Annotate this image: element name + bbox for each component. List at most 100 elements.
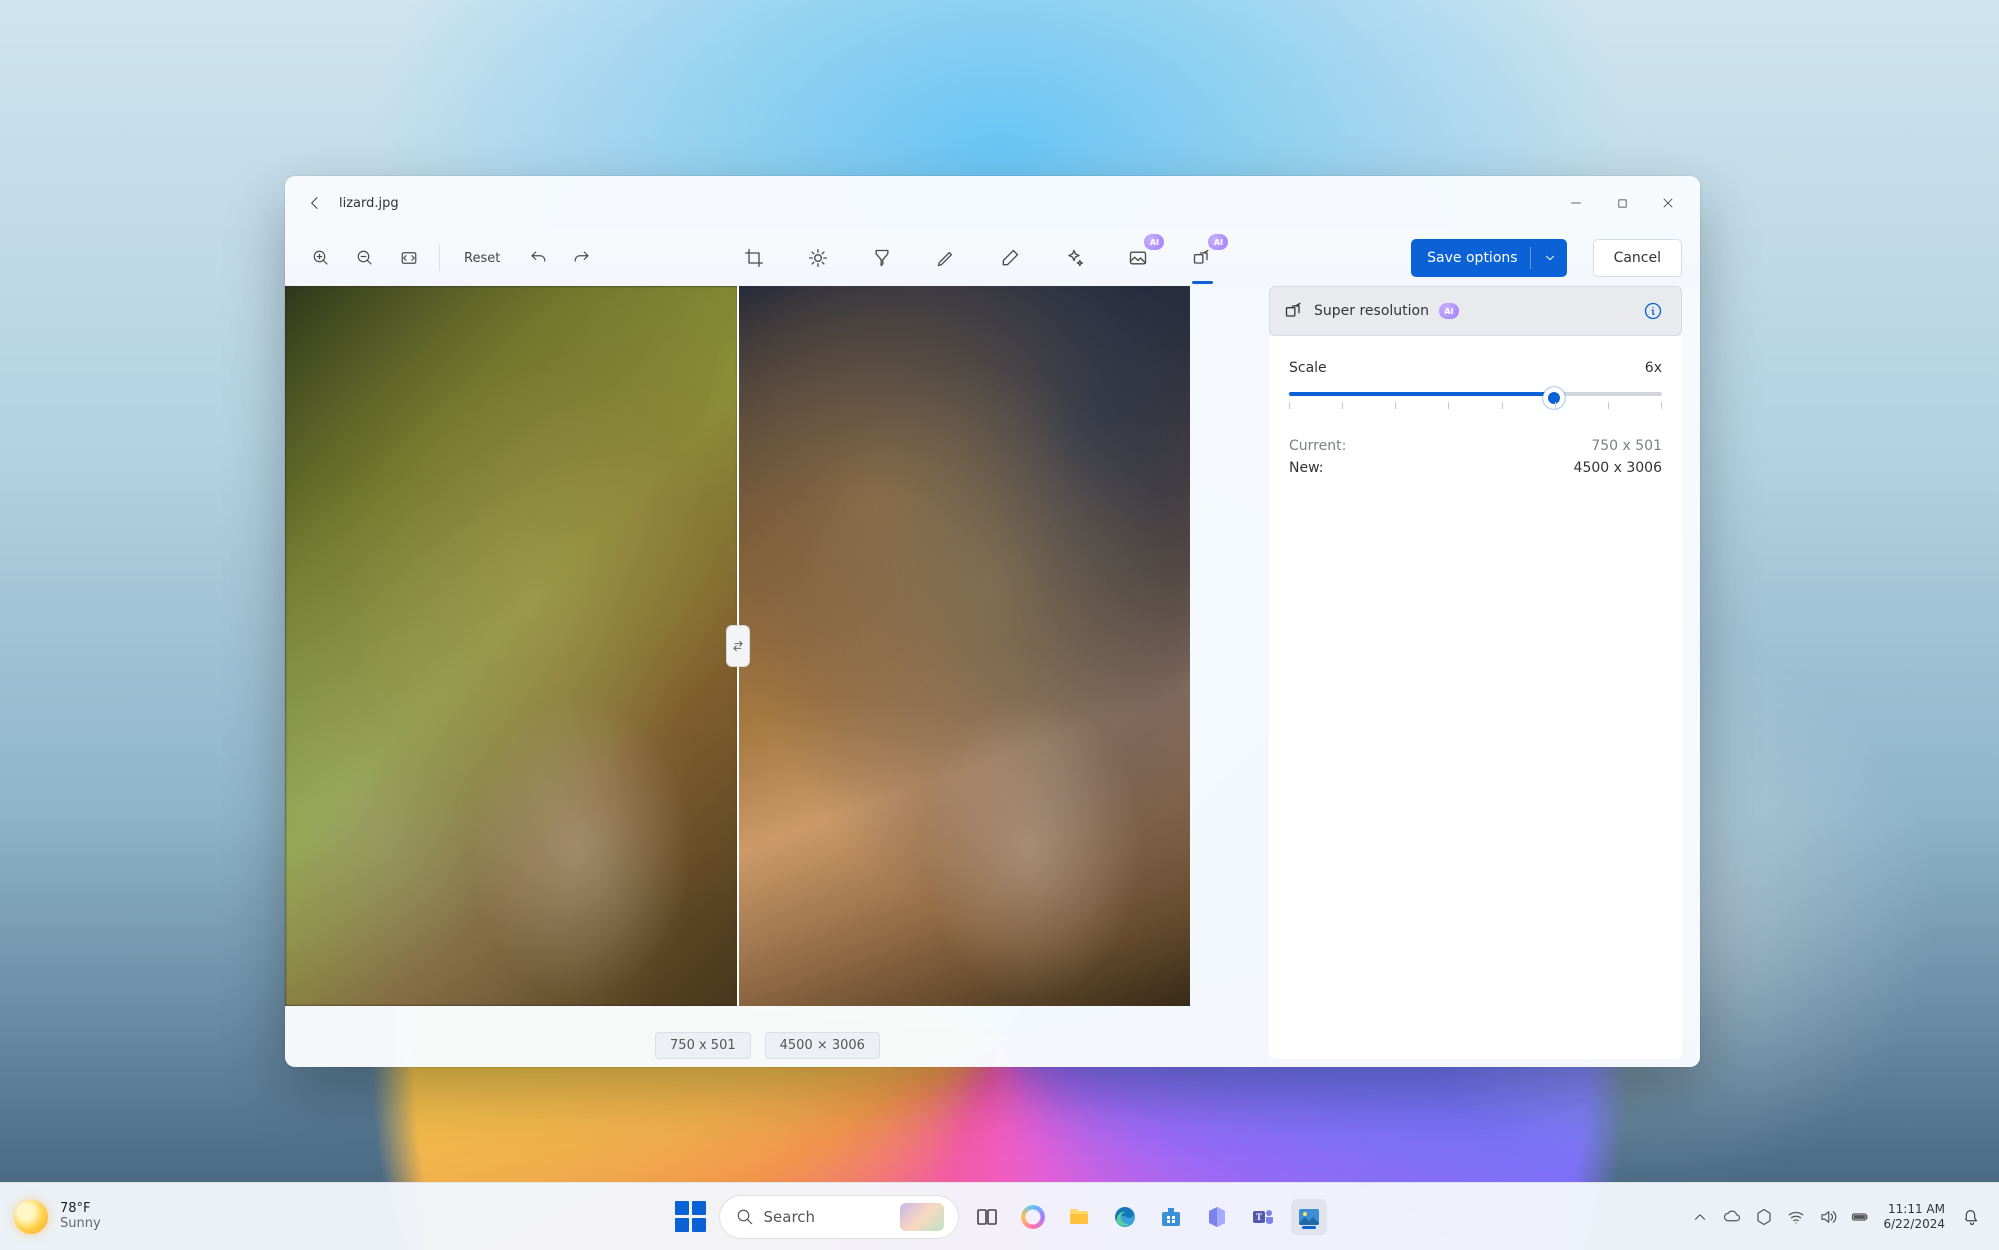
tray-hex-icon[interactable] <box>1755 1208 1773 1226</box>
panel-title: Super resolution <box>1314 303 1429 319</box>
undo-button[interactable] <box>520 240 556 276</box>
side-panel: Super resolution AI Scale 6x <box>1250 286 1700 1067</box>
new-row: New: 4500 x 3006 <box>1289 460 1662 476</box>
store-icon <box>1159 1205 1183 1229</box>
new-value: 4500 x 3006 <box>1574 460 1662 476</box>
save-options-button[interactable]: Save options <box>1411 239 1566 277</box>
photos-icon <box>1297 1205 1321 1229</box>
image-ai-icon <box>1128 248 1148 268</box>
titlebar: lizard.jpg <box>285 176 1700 230</box>
eraser-icon <box>1000 248 1020 268</box>
taskbar-m365[interactable] <box>1199 1199 1235 1235</box>
retouch-tab[interactable] <box>1056 240 1092 276</box>
notifications-button[interactable] <box>1959 1204 1985 1230</box>
current-value: 750 x 501 <box>1591 438 1662 454</box>
maximize-button[interactable] <box>1600 187 1644 219</box>
info-icon[interactable] <box>1643 301 1663 321</box>
arrow-left-icon <box>307 195 323 211</box>
image-compare[interactable] <box>285 286 1190 1006</box>
cancel-button[interactable]: Cancel <box>1593 239 1682 277</box>
taskbar-edge[interactable] <box>1107 1199 1143 1235</box>
reset-button[interactable]: Reset <box>452 240 512 276</box>
svg-text:T: T <box>1255 1212 1261 1222</box>
taskbar-copilot[interactable] <box>1015 1199 1051 1235</box>
wifi-icon[interactable] <box>1787 1208 1805 1226</box>
dimension-row: 750 x 501 4500 × 3006 <box>285 1024 1250 1059</box>
zoom-in-button[interactable] <box>303 240 339 276</box>
taskbar-weather[interactable]: 78°F Sunny <box>14 1200 101 1234</box>
super-resolution-tab[interactable]: AI <box>1184 240 1220 276</box>
current-row: Current: 750 x 501 <box>1289 438 1662 454</box>
zoom-fit-button[interactable] <box>391 240 427 276</box>
scale-slider[interactable] <box>1289 382 1662 414</box>
chevron-down-icon <box>1543 251 1557 265</box>
task-view-icon <box>975 1205 999 1229</box>
scale-row: Scale 6x <box>1289 360 1662 376</box>
battery-icon[interactable] <box>1851 1208 1869 1226</box>
task-view-button[interactable] <box>969 1199 1005 1235</box>
crop-icon <box>744 248 764 268</box>
sun-icon <box>14 1200 48 1234</box>
pencil-icon <box>936 248 956 268</box>
adjust-tab[interactable] <box>800 240 836 276</box>
close-icon <box>1662 197 1674 209</box>
scale-icon <box>1192 248 1212 268</box>
volume-icon[interactable] <box>1819 1208 1837 1226</box>
new-label: New: <box>1289 460 1324 476</box>
undo-icon <box>529 249 547 267</box>
erase-tab[interactable] <box>992 240 1028 276</box>
canvas-area: 750 x 501 4500 × 3006 <box>285 286 1250 1067</box>
window-title: lizard.jpg <box>339 196 399 211</box>
panel-header: Super resolution AI <box>1269 286 1682 336</box>
taskbar-clock[interactable]: 11:11 AM 6/22/2024 <box>1883 1202 1945 1231</box>
active-indicator <box>1302 1226 1316 1229</box>
cancel-label: Cancel <box>1614 250 1661 266</box>
close-button[interactable] <box>1646 187 1690 219</box>
taskbar-store[interactable] <box>1153 1199 1189 1235</box>
weather-temp: 78°F <box>60 1202 101 1216</box>
maximize-icon <box>1617 198 1628 209</box>
desktop: lizard.jpg Reset <box>0 0 1999 1250</box>
markup-tab[interactable] <box>928 240 964 276</box>
brightness-icon <box>808 248 828 268</box>
search-icon <box>736 1208 754 1226</box>
clock-date: 6/22/2024 <box>1883 1217 1945 1231</box>
taskbar-teams[interactable]: T <box>1245 1199 1281 1235</box>
minimize-button[interactable] <box>1554 187 1598 219</box>
swap-icon <box>731 639 745 653</box>
redo-icon <box>573 249 591 267</box>
divider <box>1530 247 1531 269</box>
search-highlight-icon <box>900 1203 944 1231</box>
background-ai-tab[interactable]: AI <box>1120 240 1156 276</box>
compare-handle[interactable] <box>726 625 750 667</box>
edge-icon <box>1113 1205 1137 1229</box>
clock-time: 11:11 AM <box>1883 1202 1945 1216</box>
onedrive-icon[interactable] <box>1723 1208 1741 1226</box>
slider-ticks <box>1289 402 1662 412</box>
crop-tab[interactable] <box>736 240 772 276</box>
taskbar-explorer[interactable] <box>1061 1199 1097 1235</box>
filter-icon <box>872 248 892 268</box>
filter-tab[interactable] <box>864 240 900 276</box>
image-original <box>285 286 738 1006</box>
taskbar-photos[interactable] <box>1291 1199 1327 1235</box>
taskbar-center: Search T <box>673 1195 1327 1239</box>
taskbar-search[interactable]: Search <box>719 1195 959 1239</box>
teams-icon: T <box>1251 1205 1275 1229</box>
chevron-up-icon[interactable] <box>1691 1208 1709 1226</box>
back-button[interactable] <box>299 187 331 219</box>
redo-button[interactable] <box>564 240 600 276</box>
divider <box>439 245 440 271</box>
folder-icon <box>1067 1205 1091 1229</box>
fit-icon <box>400 249 418 267</box>
save-options-label: Save options <box>1427 250 1517 266</box>
ai-badge: AI <box>1208 234 1228 250</box>
windows-logo-icon <box>673 1199 709 1235</box>
current-label: Current: <box>1289 438 1346 454</box>
ai-badge: AI <box>1144 234 1164 250</box>
taskbar-tray: 11:11 AM 6/22/2024 <box>1691 1202 1985 1231</box>
start-button[interactable] <box>673 1199 709 1235</box>
zoom-out-button[interactable] <box>347 240 383 276</box>
zoom-out-icon <box>356 249 374 267</box>
copilot-icon <box>1021 1205 1045 1229</box>
